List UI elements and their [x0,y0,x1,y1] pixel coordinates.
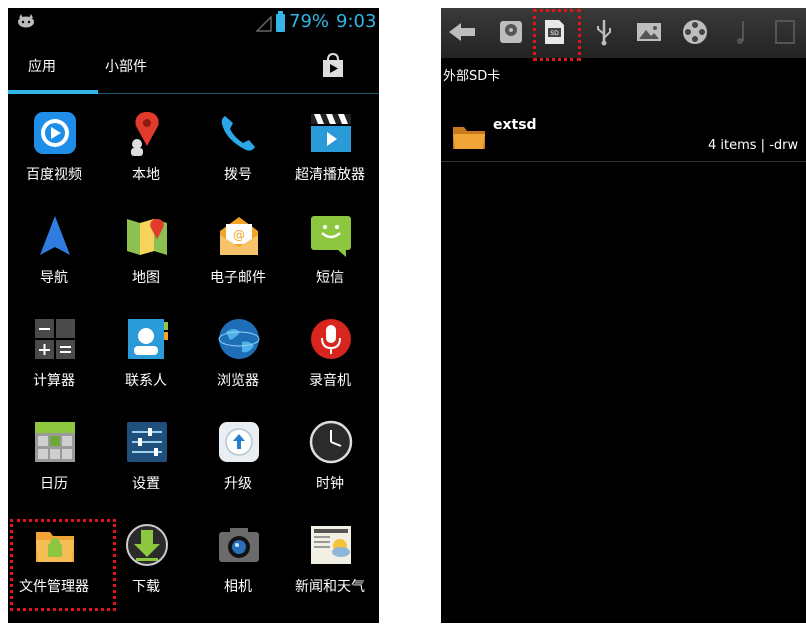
video-icon[interactable] [680,17,710,47]
item-meta: 4 items | -drw [708,138,799,153]
status-bar: 79% 9:03 [8,8,379,38]
sound-recorder-icon [311,319,351,359]
news-weather-icon [311,526,351,564]
image-icon[interactable] [634,17,664,47]
notification-cat-icon [18,14,34,28]
row-divider [441,161,806,162]
app-clock[interactable]: 时钟 [284,409,376,509]
drawer-tabs: 应用 小部件 [8,38,379,98]
contacts-icon [128,319,168,359]
browser-icon [218,319,260,359]
app-baidu-video[interactable]: 百度视频 [8,100,100,200]
tab-widgets[interactable]: 小部件 [105,56,147,76]
email-icon: @ [220,217,258,255]
update-icon [219,422,259,462]
app-label: 浏览器 [217,373,259,389]
music-icon[interactable] [728,17,758,47]
app-update[interactable]: 升级 [192,409,284,509]
calendar-icon [35,422,75,462]
document-icon[interactable] [769,17,799,47]
clock-icon [309,420,353,464]
clock-time: 9:03 [336,11,377,32]
app-label: 地图 [132,270,160,286]
navigation-icon [40,216,70,255]
app-video-player[interactable]: 超清播放器 [284,100,376,200]
signal-icon [256,16,272,32]
maps-icon [127,219,167,255]
app-navigation[interactable]: 导航 [8,203,100,303]
downloads-icon [126,524,168,566]
app-browser[interactable]: 浏览器 [192,306,284,406]
map-pin-icon [131,112,159,156]
app-camera[interactable]: 相机 [192,512,284,612]
app-label: 短信 [316,270,344,286]
settings-icon [127,422,167,462]
app-email[interactable]: @ 电子邮件 [192,203,284,303]
app-calculator[interactable]: 计算器 [8,306,100,406]
current-path: 外部SD卡 [443,69,501,84]
play-store-icon[interactable] [320,52,346,78]
app-label: 电子邮件 [210,270,266,286]
app-label: 本地 [132,167,160,183]
app-label: 导航 [40,270,68,286]
camera-icon [219,528,259,562]
baidu-video-icon [34,112,76,154]
app-label: 升级 [224,476,252,492]
battery-percent: 79% [289,11,330,32]
app-drawer-screen: 79% 9:03 应用 小部件 百度视频 本地 拨号 超清播放器 导航 地图 @… [8,8,379,623]
app-label: 百度视频 [26,167,82,183]
calculator-icon [35,319,75,359]
app-news-weather[interactable]: 新闻和天气 [284,512,376,612]
app-label: 计算器 [33,373,75,389]
app-label: 新闻和天气 [295,579,365,595]
internal-storage-icon[interactable] [496,17,526,47]
video-player-icon [311,114,351,152]
app-label: 相机 [224,579,252,595]
app-contacts[interactable]: 联系人 [100,306,192,406]
messaging-icon [311,216,351,257]
app-settings[interactable]: 设置 [100,409,192,509]
tab-active-indicator [8,90,98,94]
back-arrow-icon[interactable] [447,17,477,47]
app-calendar[interactable]: 日历 [8,409,100,509]
svg-text:@: @ [233,228,245,242]
folder-icon [453,127,485,149]
usb-icon[interactable] [589,17,619,47]
battery-icon [276,11,285,32]
file-manager-toolbar: SD [441,8,806,58]
tab-apps[interactable]: 应用 [28,56,56,76]
file-manager-screen: SD 外部SD卡 extsd 4 items | -drw [441,8,806,623]
app-label: 拨号 [224,167,252,183]
app-label: 时钟 [316,476,344,492]
file-manager-highlight [10,519,116,611]
app-dialer[interactable]: 拨号 [192,100,284,200]
list-item[interactable]: extsd 4 items | -drw [441,103,806,163]
app-sound-recorder[interactable]: 录音机 [284,306,376,406]
item-name: extsd [493,117,537,133]
app-label: 录音机 [309,373,351,389]
app-local[interactable]: 本地 [100,100,192,200]
phone-icon [221,116,255,151]
app-label: 联系人 [125,373,167,389]
app-label: 日历 [40,476,68,492]
app-label: 超清播放器 [295,167,365,183]
app-messaging[interactable]: 短信 [284,203,376,303]
app-label: 设置 [132,476,160,492]
sd-card-highlight [533,9,581,61]
app-maps[interactable]: 地图 [100,203,192,303]
